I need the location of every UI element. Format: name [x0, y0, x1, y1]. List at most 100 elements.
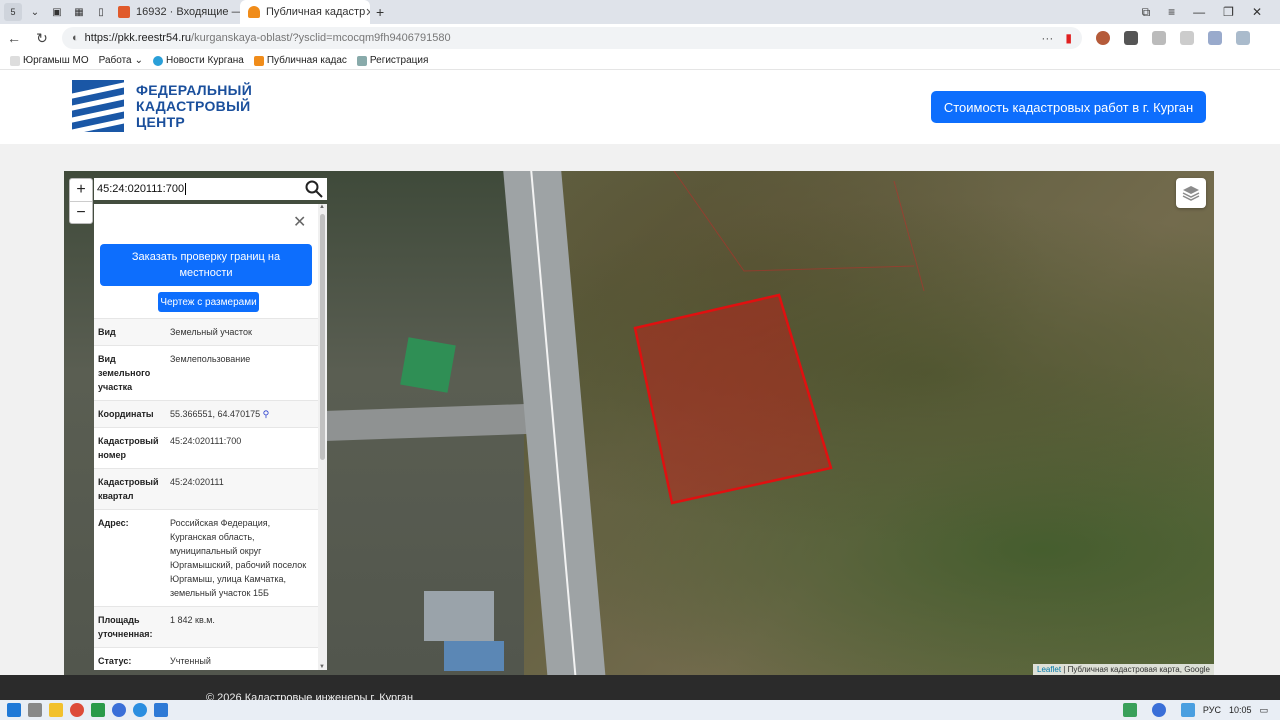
logo-text: ФЕДЕРАЛЬНЫЙ КАДАСТРОВЫЙ ЦЕНТР — [136, 82, 252, 130]
logo-mark-icon — [72, 80, 124, 132]
extensions-icon[interactable] — [1152, 31, 1166, 45]
coordinates-value[interactable]: 55.366551, 64.470175 — [170, 409, 260, 419]
zoom-control: + − — [69, 178, 93, 224]
address-bar: ← ↻ ◐ https://pkk.reestr54.ru /kurganska… — [0, 24, 1280, 52]
scroll-down-icon[interactable]: ▼ — [319, 664, 325, 670]
browser-icon[interactable] — [133, 703, 147, 717]
os-taskbar: РУС 10:05 ▭ — [0, 700, 1280, 720]
cadastral-search-input[interactable]: 45:24:020111:700 — [94, 178, 327, 200]
bookmark-item[interactable]: Регистрация — [356, 55, 428, 66]
property-value: 45:24:020111:700 — [170, 436, 242, 446]
close-icon[interactable]: ✕ — [293, 212, 306, 232]
clock[interactable]: 10:05 — [1229, 705, 1252, 715]
property-key: Кадастровый квартал — [98, 477, 159, 501]
extension-hat-icon[interactable] — [1124, 31, 1138, 45]
logo-line: ЦЕНТР — [136, 114, 186, 130]
cadastral-cost-button[interactable]: Стоимость кадастровых работ в г. Курган — [931, 91, 1206, 123]
map-pin-icon[interactable]: ⚲ — [263, 409, 270, 419]
property-key: Вид земельного участка — [98, 354, 151, 392]
chrome-icon[interactable] — [70, 703, 84, 717]
downloads-icon[interactable] — [1236, 31, 1250, 45]
panel-scrollbar[interactable]: ▲ ▼ — [318, 204, 327, 670]
document-app-icon[interactable] — [154, 703, 168, 717]
menu-icon[interactable]: ≡ — [1168, 5, 1175, 20]
property-key: Координаты — [98, 409, 154, 419]
shield-icon[interactable] — [91, 703, 105, 717]
attribution-text: | Публичная кадастровая карта, Google — [1061, 665, 1210, 674]
table-row: Площадь уточненная: 1 842 кв.м. — [94, 606, 318, 647]
url-host: https://pkk.reestr54.ru — [84, 32, 192, 44]
leaflet-link[interactable]: Leaflet — [1037, 665, 1061, 674]
new-tab-icon[interactable]: + — [376, 4, 384, 20]
drawing-with-dimensions-button[interactable]: Чертеж с размерами — [158, 292, 259, 312]
pinned-tab-icon[interactable]: ▣ — [48, 3, 66, 21]
order-boundary-check-button[interactable]: Заказать проверку границ на местности — [100, 244, 312, 286]
url-field[interactable]: ◐ https://pkk.reestr54.ru /kurganskaya-o… — [62, 27, 1082, 49]
task-view-icon[interactable] — [28, 703, 42, 717]
keyboard-language[interactable]: РУС — [1203, 705, 1221, 715]
bookmark-item[interactable]: Новости Кургана — [153, 55, 244, 66]
collections-icon[interactable]: ⧉ — [1142, 5, 1151, 20]
property-value: Земельный участок — [170, 327, 252, 337]
layers-icon — [1182, 186, 1200, 201]
sidebar-icon[interactable] — [1180, 31, 1194, 45]
layers-button[interactable] — [1176, 178, 1206, 208]
telegram-icon — [153, 55, 164, 66]
bookmark-label: Работа — [98, 55, 132, 66]
close-window-icon[interactable]: ✕ — [1252, 5, 1262, 20]
parcel-info-panel: ✕ Заказать проверку границ на местности … — [94, 204, 327, 670]
notifications-icon[interactable]: ▭ — [1259, 705, 1268, 716]
table-row: Координаты 55.366551, 64.470175 ⚲ — [94, 400, 318, 427]
url-path: /kurganskaya-oblast/?ysclid=mcocqm9fh940… — [191, 32, 451, 44]
tab-counter[interactable]: 5 — [4, 3, 22, 21]
tab-mail[interactable]: 16932 · Входящие — Янде — [110, 0, 240, 24]
property-value: Российская Федерация, Курганская область… — [170, 518, 307, 598]
property-key: Кадастровый номер — [98, 436, 159, 460]
explorer-icon[interactable] — [49, 703, 63, 717]
search-icon[interactable] — [305, 180, 323, 198]
map-attribution: Leaflet | Публичная кадастровая карта, G… — [1033, 664, 1214, 675]
apps-icon[interactable]: ▦ — [70, 3, 88, 21]
tray-icon[interactable] — [1122, 703, 1137, 717]
close-tab-icon[interactable]: ✕ — [365, 6, 370, 19]
site-logo[interactable]: ФЕДЕРАЛЬНЫЙ КАДАСТРОВЫЙ ЦЕНТР — [72, 80, 252, 132]
table-row: Вид Земельный участок — [94, 318, 318, 345]
document-icon[interactable]: ▯ — [92, 3, 110, 21]
start-icon[interactable] — [7, 703, 21, 717]
maximize-icon[interactable]: ❐ — [1223, 5, 1234, 20]
extension-avatar-icon[interactable] — [1096, 31, 1110, 45]
property-key: Адрес: — [98, 518, 129, 528]
bookmarks-bar: Юргамыш МО Работа ⌄ Новости Кургана Публи… — [0, 52, 1280, 70]
bookmark-folder[interactable]: Работа ⌄ — [99, 55, 143, 66]
more-icon[interactable]: ··· — [1041, 31, 1053, 45]
table-row: Статус: Учтенный — [94, 647, 318, 670]
property-value: 1 842 кв.м. — [170, 615, 215, 625]
yandex-browser-icon[interactable] — [112, 703, 126, 717]
site-header: ФЕДЕРАЛЬНЫЙ КАДАСТРОВЫЙ ЦЕНТР Стоимость … — [0, 70, 1280, 144]
back-icon[interactable]: ← — [0, 30, 28, 46]
table-row: Вид земельного участка Землепользование — [94, 345, 318, 400]
bookmark-label: Юргамыш МО — [23, 55, 89, 66]
scrollbar-thumb[interactable] — [320, 214, 325, 460]
tab-list-icon[interactable]: ⌄ — [26, 3, 44, 21]
tab-cadastral-label: Публичная кадастр — [266, 6, 366, 18]
property-value: 55.366551, 64.470175 ⚲ — [170, 407, 314, 421]
zoom-out-button[interactable]: − — [70, 201, 92, 223]
browser-tab-bar: 5 ⌄ ▣ ▦ ▯ 16932 · Входящие — Янде Публич… — [0, 0, 1280, 24]
bookmark-icon[interactable]: ▮ — [1065, 31, 1072, 45]
bookmark-item[interactable]: Публичная кадас — [253, 55, 347, 66]
property-value: Землепользование — [170, 354, 251, 364]
scroll-up-icon[interactable]: ▲ — [319, 204, 325, 210]
zoom-in-button[interactable]: + — [70, 179, 92, 201]
bookmark-label: Публичная кадас — [266, 55, 347, 66]
profile-icon[interactable] — [1208, 31, 1222, 45]
logo-line: КАДАСТРОВЫЙ — [136, 98, 251, 114]
shield-icon: ◐ — [72, 32, 79, 44]
tray-icon[interactable] — [1180, 703, 1195, 717]
property-key: Вид — [98, 327, 116, 337]
minimize-icon[interactable]: — — [1193, 5, 1205, 20]
tab-cadastral-map[interactable]: Публичная кадастр ✕ — [240, 0, 370, 24]
tray-icon[interactable] — [1151, 703, 1166, 717]
reload-icon[interactable]: ↻ — [28, 30, 56, 47]
bookmark-item[interactable]: Юргамыш МО — [10, 55, 89, 66]
